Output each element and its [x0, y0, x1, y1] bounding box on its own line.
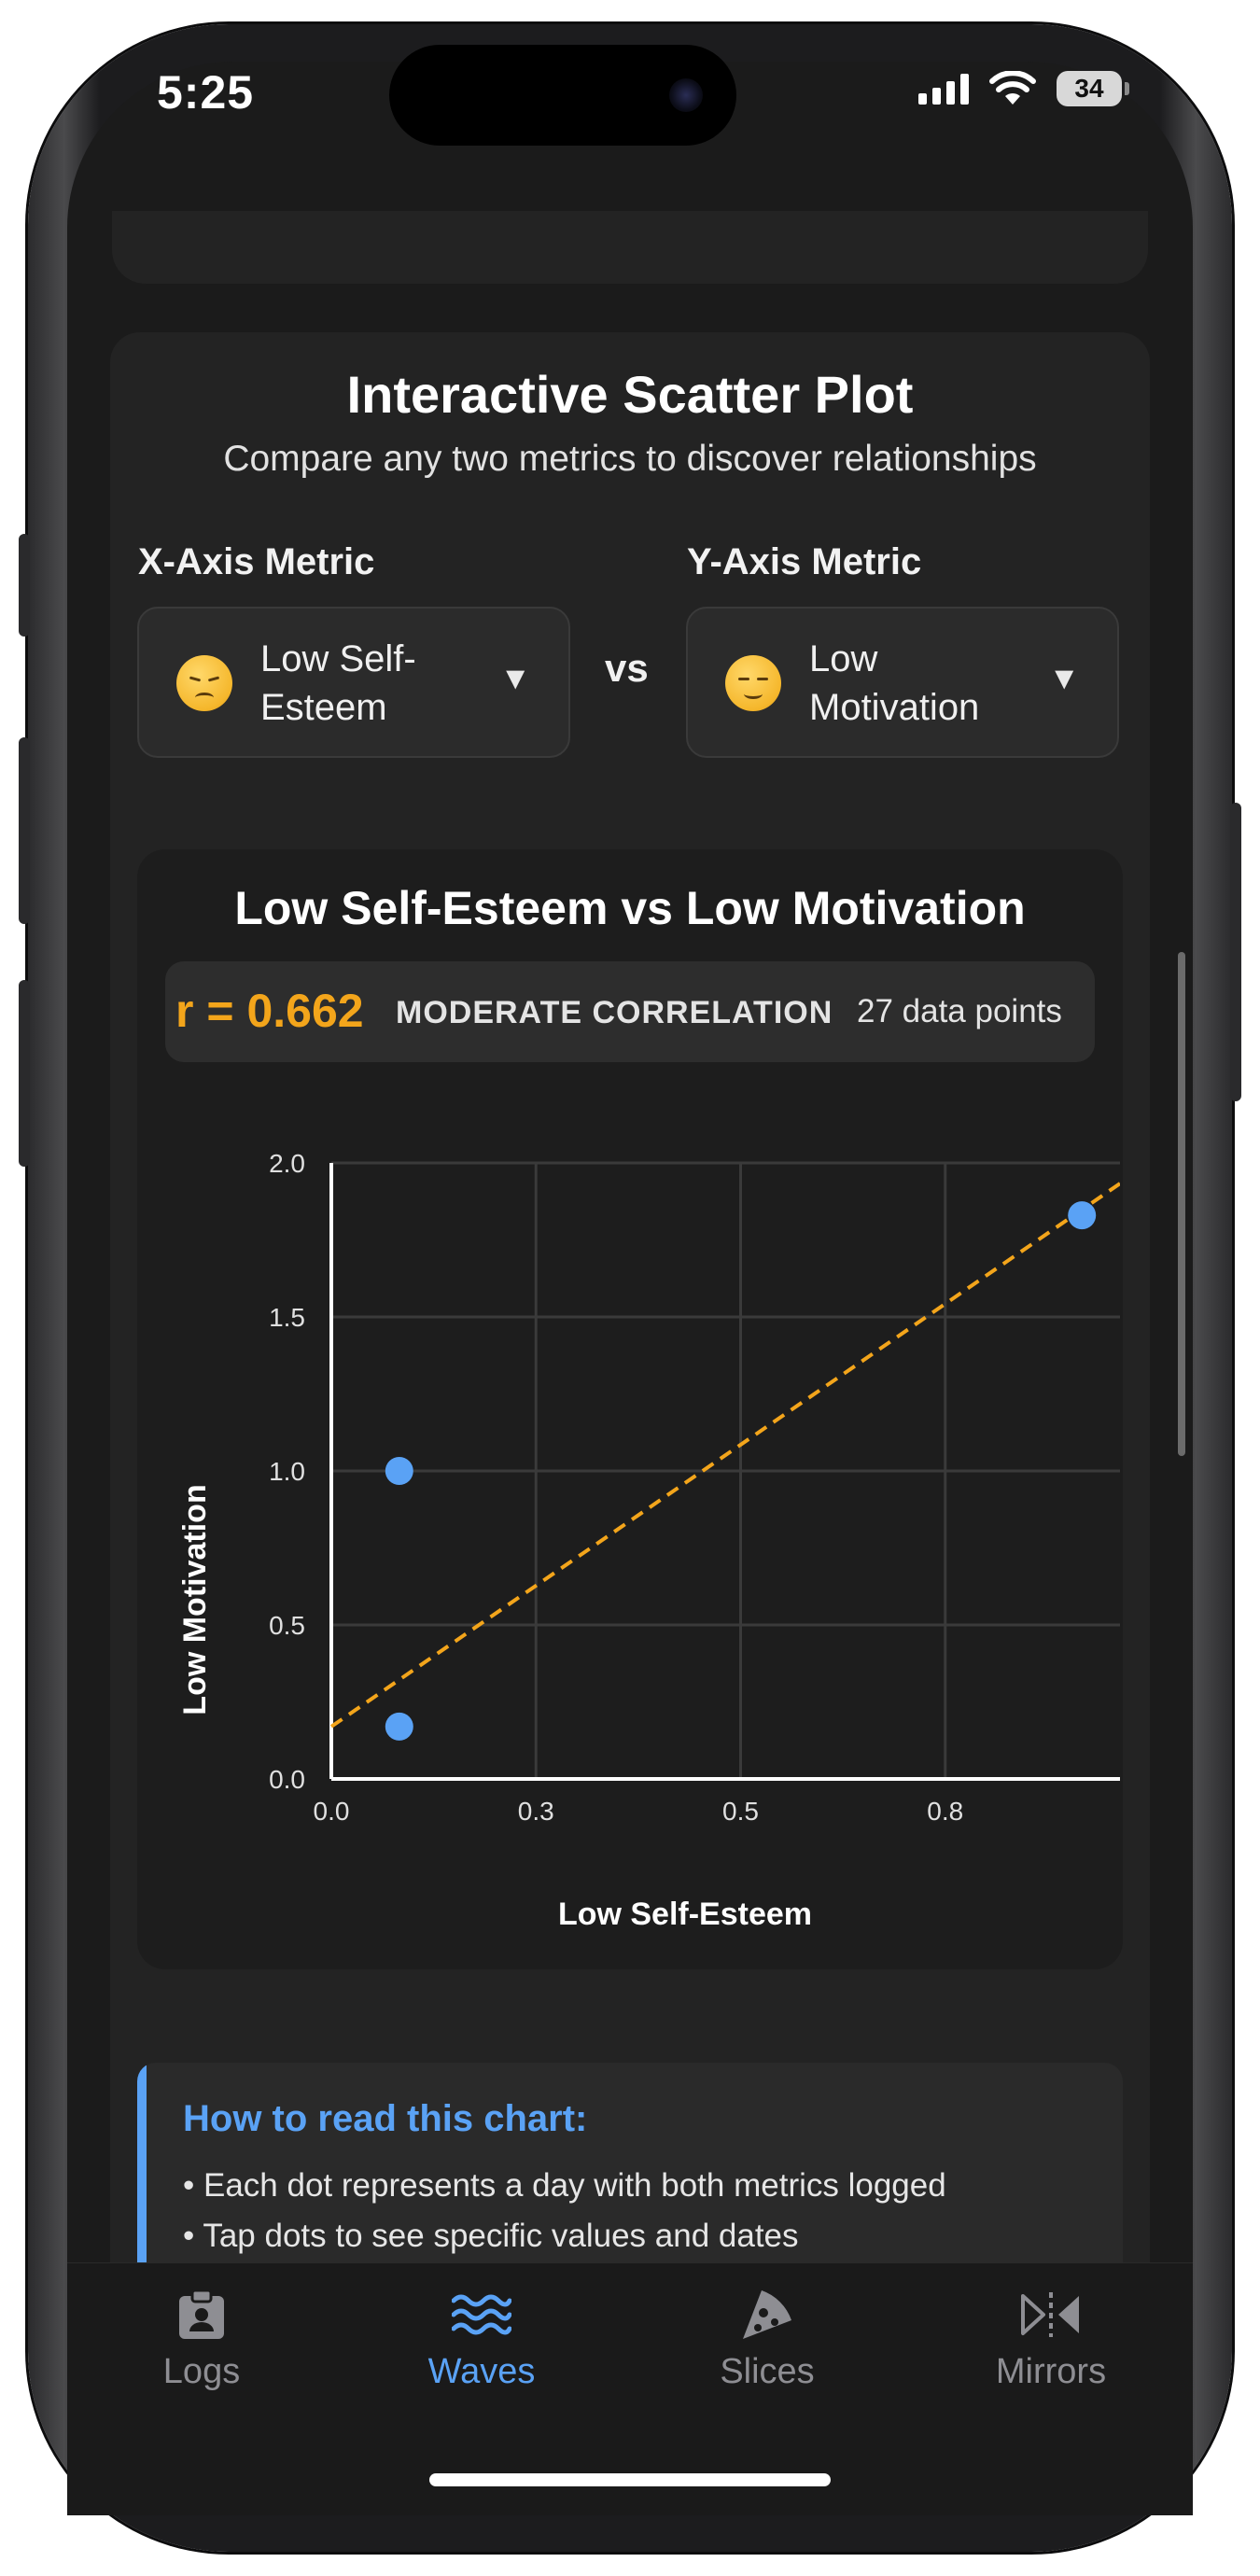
- how-to-read-title: How to read this chart:: [183, 2098, 588, 2139]
- x-axis-metric-value: Low Self-Esteem: [260, 638, 416, 728]
- x-tick-label: 0.5: [722, 1797, 759, 1826]
- info-line: • Tap dots to see specific values and da…: [183, 2218, 799, 2254]
- dynamic-island: [389, 45, 736, 146]
- card-title: Interactive Scatter Plot: [346, 365, 914, 424]
- power-button: [1230, 803, 1241, 1101]
- tab-mirrors[interactable]: Mirrors: [939, 2287, 1163, 2392]
- tab-waves[interactable]: Waves: [370, 2287, 594, 2392]
- scrollbar[interactable]: [1178, 952, 1185, 1456]
- mute-switch: [19, 534, 30, 637]
- y-tick-label: 0.5: [269, 1611, 305, 1640]
- card-subtitle: Compare any two metrics to discover rela…: [223, 439, 1037, 479]
- wifi-icon: [989, 71, 1036, 105]
- correlation-coefficient: r = 0.662: [175, 985, 364, 1037]
- pizza-slice-icon: [655, 2287, 879, 2343]
- chart-grid: [329, 1161, 1120, 1781]
- previous-card-bottom: [112, 211, 1148, 284]
- tab-logs[interactable]: Logs: [90, 2287, 314, 2392]
- info-line: • Each dot represents a day with both me…: [183, 2167, 946, 2204]
- mirror-icon: [939, 2287, 1163, 2343]
- chart-title: Low Self-Esteem vs Low Motivation: [234, 882, 1026, 934]
- chevron-down-icon: ▼: [499, 661, 531, 696]
- x-axis-metric-label: X-Axis Metric: [138, 541, 375, 582]
- y-axis-metric-label: Y-Axis Metric: [687, 541, 922, 582]
- clipboard-icon: [90, 2287, 314, 2343]
- data-point-count: 27 data points: [857, 993, 1062, 1029]
- tab-slices[interactable]: Slices: [655, 2287, 879, 2392]
- y-axis-title: Low Motivation: [177, 1484, 213, 1715]
- y-axis-metric-select[interactable]: Low Motivation ▼: [686, 607, 1119, 758]
- tab-label: Slices: [720, 2352, 815, 2391]
- y-tick-label: 1.0: [269, 1457, 305, 1486]
- status-icons: 34: [918, 71, 1129, 106]
- correlation-strength: MODERATE CORRELATION: [396, 995, 833, 1030]
- chevron-down-icon: ▼: [1048, 661, 1080, 696]
- x-tick-label: 0.3: [518, 1797, 554, 1826]
- y-tick-label: 2.0: [269, 1149, 305, 1178]
- volume-down-button: [19, 980, 30, 1167]
- battery-icon: 34: [1057, 71, 1129, 106]
- data-point[interactable]: [385, 1457, 413, 1485]
- x-tick-label: 0.0: [314, 1797, 350, 1826]
- cellular-signal-icon: [918, 73, 969, 105]
- trendline-segment: [329, 1181, 1120, 1729]
- x-tick-label: 0.8: [927, 1797, 963, 1826]
- camera-icon: [669, 78, 703, 112]
- disappointed-face-icon: [176, 655, 232, 711]
- scatter-chart: 0.00.30.50.81.00.00.51.01.52.0 Low Self-…: [177, 1149, 1120, 1932]
- sleepy-face-icon: [725, 655, 781, 711]
- vs-label: vs: [605, 646, 649, 690]
- home-indicator[interactable]: [429, 2473, 831, 2486]
- y-tick-label: 1.5: [269, 1303, 305, 1332]
- status-time: 5:25: [157, 66, 255, 119]
- tab-label: Mirrors: [995, 2352, 1107, 2391]
- battery-level: 34: [1074, 74, 1104, 103]
- tab-label: Waves: [427, 2352, 536, 2391]
- x-axis-title: Low Self-Esteem: [558, 1897, 812, 1932]
- y-axis-metric-value: Low Motivation: [809, 638, 980, 728]
- trendline: [329, 1181, 1120, 1729]
- data-point[interactable]: [385, 1712, 413, 1741]
- data-point[interactable]: [1068, 1201, 1097, 1230]
- y-tick-label: 0.0: [269, 1765, 305, 1794]
- x-axis-metric-select[interactable]: Low Self-Esteem ▼: [137, 607, 570, 758]
- tab-label: Logs: [162, 2352, 241, 2391]
- waves-icon: [370, 2287, 594, 2343]
